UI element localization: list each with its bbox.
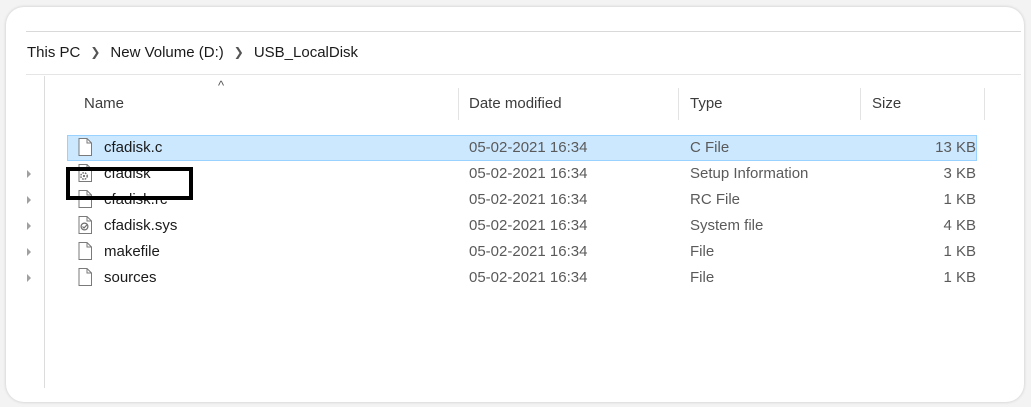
column-divider[interactable] [678, 88, 679, 120]
file-date: 05-02-2021 16:34 [469, 165, 588, 182]
file-type: Setup Information [690, 165, 809, 182]
file-type: File [690, 269, 715, 286]
column-header-size[interactable]: Size [872, 84, 901, 124]
file-row-cfadisk-c[interactable]: cfadisk.c 05-02-2021 16:34 C File 13 KB [0, 135, 1031, 161]
address-bar-top-border [26, 31, 1021, 32]
file-date: 05-02-2021 16:34 [469, 217, 588, 234]
breadcrumb-separator-icon[interactable]: ❯ [234, 45, 244, 59]
system-file-icon [78, 216, 92, 234]
column-header-date-modified[interactable]: Date modified [469, 84, 562, 124]
column-header-type[interactable]: Type [690, 84, 723, 124]
file-type: System file [690, 217, 764, 234]
breadcrumb-new-volume[interactable]: New Volume (D:) [110, 44, 223, 61]
file-row-sources[interactable]: sources 05-02-2021 16:34 File 1 KB [0, 265, 1031, 291]
file-size: 13 KB [935, 139, 976, 156]
expand-arrow-icon[interactable] [27, 222, 31, 230]
breadcrumb-usb-localdisk[interactable]: USB_LocalDisk [254, 44, 358, 61]
file-size: 1 KB [943, 269, 976, 286]
column-divider[interactable] [984, 88, 985, 120]
file-row-cfadisk-sys[interactable]: cfadisk.sys 05-02-2021 16:34 System file… [0, 213, 1031, 239]
expand-arrow-icon[interactable] [27, 248, 31, 256]
expand-arrow-icon[interactable] [27, 170, 31, 178]
expand-arrow-icon[interactable] [27, 274, 31, 282]
column-header-row: Name Date modified Type Size [0, 84, 1031, 124]
column-divider[interactable] [458, 88, 459, 120]
window-background: This PC ❯ New Volume (D:) ❯ USB_LocalDis… [0, 0, 1031, 407]
breadcrumb-separator-icon[interactable]: ❯ [90, 45, 100, 59]
breadcrumb: This PC ❯ New Volume (D:) ❯ USB_LocalDis… [27, 41, 358, 63]
file-size: 1 KB [943, 191, 976, 208]
highlight-callout-box [66, 167, 193, 200]
document-icon [78, 138, 92, 156]
file-type: File [690, 243, 715, 260]
breadcrumb-this-pc[interactable]: This PC [27, 44, 80, 61]
document-icon [78, 242, 92, 260]
file-name: cfadisk.sys [104, 217, 178, 234]
file-size: 3 KB [943, 165, 976, 182]
file-type: C File [690, 139, 730, 156]
file-date: 05-02-2021 16:34 [469, 243, 588, 260]
document-icon [78, 268, 92, 286]
expand-arrow-icon[interactable] [27, 196, 31, 204]
file-name: sources [104, 269, 157, 286]
file-name: cfadisk.c [104, 139, 163, 156]
file-size: 1 KB [943, 243, 976, 260]
column-divider[interactable] [860, 88, 861, 120]
file-type: RC File [690, 191, 741, 208]
file-date: 05-02-2021 16:34 [469, 269, 588, 286]
file-size: 4 KB [943, 217, 976, 234]
address-bar-bottom-border [26, 74, 1021, 75]
column-header-name[interactable]: Name [84, 84, 124, 124]
file-row-makefile[interactable]: makefile 05-02-2021 16:34 File 1 KB [0, 239, 1031, 265]
file-date: 05-02-2021 16:34 [469, 139, 588, 156]
file-name: makefile [104, 243, 160, 260]
file-date: 05-02-2021 16:34 [469, 191, 588, 208]
